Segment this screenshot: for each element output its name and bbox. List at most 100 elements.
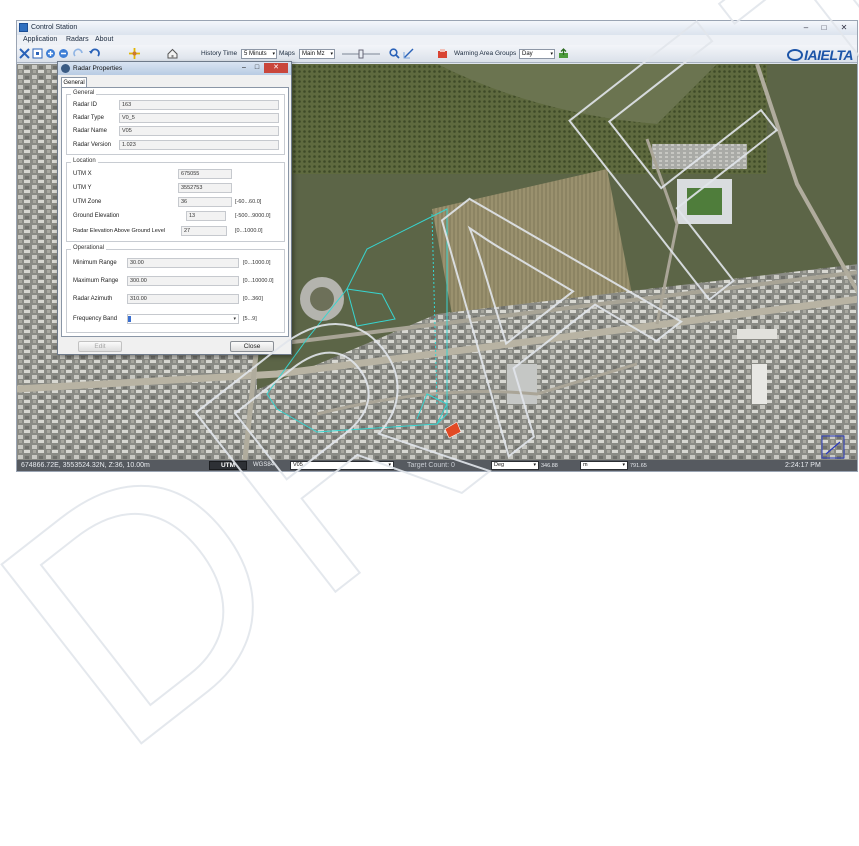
clock: 2:24:17 PM (785, 462, 821, 469)
angle-value: 346.88 (541, 463, 558, 469)
export-icon[interactable] (558, 48, 569, 59)
utm-x-field[interactable]: 675055 (178, 169, 232, 179)
distance-value: 791.65 (630, 463, 647, 469)
radar-elevation-field[interactable]: 27 (181, 226, 227, 236)
utm-zone-label: UTM Zone (73, 199, 102, 205)
utm-x-label: UTM X (73, 171, 92, 177)
ground-elevation-range: [-500...9000.0] (235, 213, 271, 219)
utm-button[interactable]: UTM (209, 461, 247, 470)
radar-type-field[interactable]: V0_5 (119, 113, 279, 123)
dialog-title-bar: Radar Properties – □ ✕ (58, 62, 291, 75)
dialog-minimize-button[interactable]: – (238, 63, 250, 73)
cursor-coordinates: 674866.72E, 3553524.32N, Z:36, 10.00m (21, 462, 150, 469)
radar-id-field[interactable]: 163 (119, 100, 279, 110)
radar-select[interactable]: V05 ▾ (290, 461, 394, 470)
radar-name-row: Radar Name V05 (67, 126, 284, 136)
location-group: Location UTM X 675055 UTM Y 3552753 UTM … (66, 158, 285, 242)
crosshair-icon[interactable] (129, 48, 140, 59)
min-range-field[interactable]: 30.00 (127, 258, 239, 268)
warning-area-groups-select[interactable]: Day ▾ (519, 49, 555, 59)
frequency-band-row: Frequency Band ▾ [5...9] (67, 314, 284, 324)
radar-type-label: Radar Type (73, 115, 104, 121)
radar-elevation-range: [0...1000.0] (235, 228, 263, 234)
zoom-out-icon[interactable] (58, 48, 69, 59)
azimuth-label: Radar Azimuth (73, 296, 113, 302)
distance-unit-select[interactable]: m ▾ (580, 461, 628, 470)
general-group: General Radar ID 163 Radar Type V0_5 Rad… (66, 90, 285, 155)
undo-icon[interactable] (89, 48, 100, 59)
close-button[interactable]: ✕ (837, 22, 851, 33)
max-range-range: [0...10000.0] (243, 278, 274, 284)
app-icon (19, 23, 28, 32)
utm-zone-range: [-60...60.0] (235, 199, 262, 205)
page: Control Station – □ ✕ Application Radars… (0, 0, 859, 846)
measure-icon[interactable] (403, 48, 414, 59)
frequency-band-fill (128, 316, 131, 322)
redo-icon[interactable] (73, 48, 84, 59)
select-icon[interactable] (32, 48, 43, 59)
maps-select[interactable]: Main Mz ▾ (299, 49, 335, 59)
menu-application[interactable]: Application (23, 36, 57, 43)
max-range-field[interactable]: 300.00 (127, 276, 239, 286)
zoom-slider[interactable] (341, 48, 381, 60)
min-range-label: Minimum Range (73, 260, 117, 266)
elta-logo: IAIELTA (787, 47, 853, 63)
frequency-band-select[interactable]: ▾ (127, 314, 239, 324)
home-icon[interactable] (167, 48, 178, 59)
control-station-window: Control Station – □ ✕ Application Radars… (16, 20, 858, 472)
utm-x-row: UTM X 675055 (67, 169, 284, 179)
radar-version-label: Radar Version (73, 142, 112, 148)
operational-group: Operational Minimum Range 30.00 [0...100… (66, 245, 285, 333)
history-time-select[interactable]: 5 Minuts ▾ (241, 49, 277, 59)
utm-y-field[interactable]: 3552753 (178, 183, 232, 193)
max-range-row: Maximum Range 300.00 [0...10000.0] (67, 276, 284, 286)
chevron-down-icon: ▾ (233, 316, 236, 322)
maps-label: Maps (279, 50, 295, 57)
azimuth-row: Radar Azimuth 310.00 [0...360] (67, 294, 284, 304)
status-bar: 674866.72E, 3553524.32N, Z:36, 10.00m UT… (17, 460, 857, 471)
max-range-label: Maximum Range (73, 278, 119, 284)
min-range-range: [0...1000.0] (243, 260, 271, 266)
ground-elevation-row: Ground Elevation 13 [-500...9000.0] (67, 211, 284, 221)
search-icon[interactable] (389, 48, 400, 59)
dialog-title: Radar Properties (73, 65, 123, 72)
zoom-in-icon[interactable] (45, 48, 56, 59)
tab-panel-general: General Radar ID 163 Radar Type V0_5 Rad… (61, 87, 289, 337)
dialog-close-button[interactable]: Close (230, 341, 274, 352)
title-bar: Control Station – □ ✕ (17, 21, 857, 35)
location-legend: Location (71, 158, 98, 164)
azimuth-range: [0...360] (243, 296, 263, 302)
utm-y-row: UTM Y 3552753 (67, 183, 284, 193)
menu-bar: Application Radars About (17, 35, 857, 45)
utm-zone-row: UTM Zone 36 [-60...60.0] (67, 197, 284, 207)
radar-version-row: Radar Version 1.023 (67, 140, 284, 150)
radar-elevation-label: Radar Elevation Above Ground Level (73, 228, 166, 234)
radar-id-row: Radar ID 163 (67, 100, 284, 110)
radar-icon (61, 64, 70, 73)
dialog-maximize-button[interactable]: □ (251, 63, 263, 73)
menu-about[interactable]: About (95, 36, 113, 43)
edit-button[interactable]: Edit (78, 341, 122, 352)
general-legend: General (71, 90, 97, 96)
radar-id-label: Radar ID (73, 102, 98, 108)
dialog-close-icon[interactable]: ✕ (264, 63, 288, 73)
utm-y-label: UTM Y (73, 185, 92, 191)
angle-unit-select[interactable]: Deg ▾ (491, 461, 539, 470)
frequency-band-range: [5...9] (243, 316, 257, 322)
radar-version-field[interactable]: 1.023 (119, 140, 279, 150)
ground-elevation-field[interactable]: 13 (186, 211, 226, 221)
warning-icon[interactable] (437, 48, 448, 59)
radar-name-label: Radar Name (73, 128, 108, 134)
minimize-button[interactable]: – (799, 22, 813, 33)
pan-icon[interactable] (19, 48, 30, 59)
ground-elevation-label: Ground Elevation (73, 213, 120, 219)
radar-type-row: Radar Type V0_5 (67, 113, 284, 123)
warning-area-groups-label: Warning Area Groups (454, 50, 517, 57)
maximize-button[interactable]: □ (817, 22, 831, 33)
operational-legend: Operational (71, 245, 107, 251)
min-range-row: Minimum Range 30.00 [0...1000.0] (67, 258, 284, 268)
menu-radars[interactable]: Radars (66, 36, 89, 43)
radar-name-field[interactable]: V05 (119, 126, 279, 136)
utm-zone-field[interactable]: 36 (178, 197, 232, 207)
azimuth-field[interactable]: 310.00 (127, 294, 239, 304)
